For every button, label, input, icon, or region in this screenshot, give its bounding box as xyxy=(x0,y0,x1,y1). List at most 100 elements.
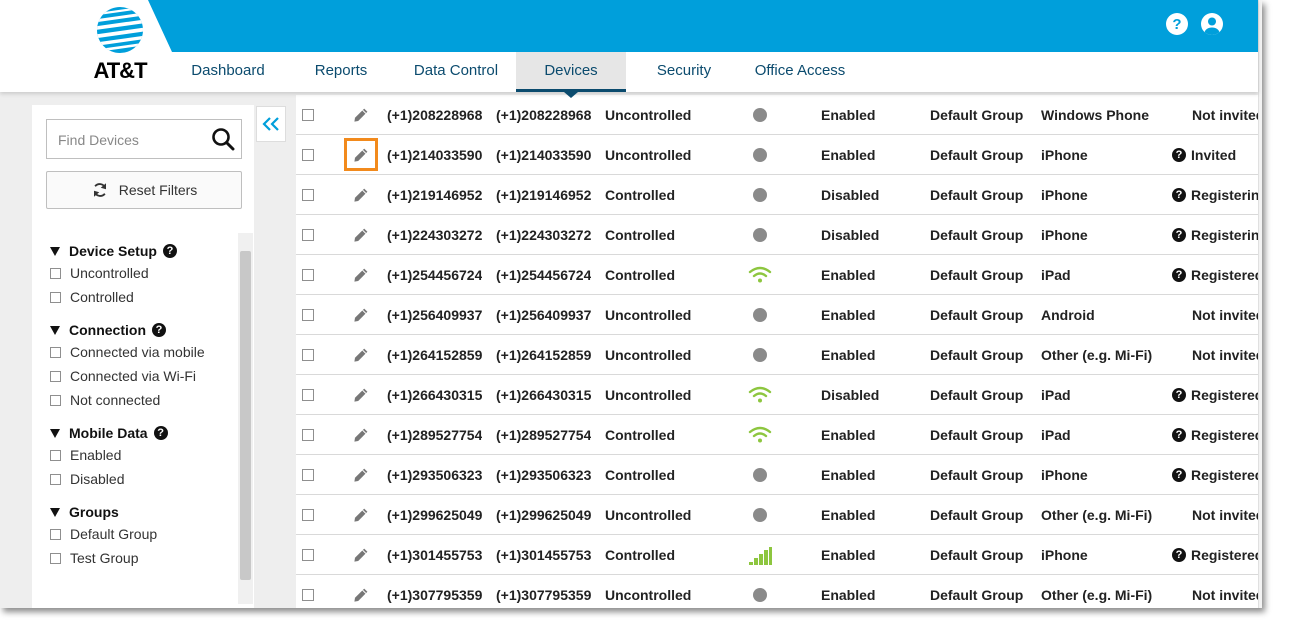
table-row[interactable]: (+1)293506323 (+1)293506323 Controlled Enab… xyxy=(296,455,1258,495)
filter-checkbox[interactable] xyxy=(50,267,61,279)
table-row[interactable]: (+1)208228968 (+1)208228968 Uncontrolled En… xyxy=(296,95,1258,135)
table-row[interactable]: (+1)219146952 (+1)219146952 Controlled Disa… xyxy=(296,175,1258,215)
filter-checkbox[interactable] xyxy=(50,552,61,564)
invite-status-cell: ? Registered xyxy=(1172,375,1258,415)
tab-dashboard[interactable]: Dashboard xyxy=(170,52,286,92)
row-checkbox[interactable] xyxy=(302,229,314,241)
filter-checkbox[interactable] xyxy=(50,394,61,406)
table-row[interactable]: (+1)301455753 (+1)301455753 Controlled Enab… xyxy=(296,535,1258,575)
device-number-cell: (+1)214033590 xyxy=(387,147,483,163)
filter-group: Connection? Connected via mobile Connected… xyxy=(50,320,236,412)
edit-button[interactable] xyxy=(344,98,378,131)
help-icon[interactable]: ? xyxy=(1172,268,1186,283)
help-icon[interactable]: ? xyxy=(162,244,177,258)
table-row[interactable]: (+1)307795359 (+1)307795359 Uncontrolled En… xyxy=(296,575,1258,608)
table-scrollbar[interactable] xyxy=(1258,0,1262,608)
filter-option[interactable]: Test Group xyxy=(50,546,236,570)
edit-button[interactable] xyxy=(344,378,378,411)
filter-group: Mobile Data? Enabled Disabled xyxy=(50,423,236,491)
help-icon[interactable]: ? xyxy=(152,323,166,337)
sidebar-scrollbar[interactable] xyxy=(238,233,253,604)
filter-title-label: Mobile Data xyxy=(69,425,148,441)
row-checkbox[interactable] xyxy=(302,189,314,201)
edit-button[interactable] xyxy=(344,458,378,491)
help-icon[interactable]: ? xyxy=(153,426,168,440)
filter-option[interactable]: Connected via mobile xyxy=(50,340,236,364)
filter-group-title[interactable]: Device Setup? xyxy=(50,241,236,261)
filter-sidebar: Reset Filters Device Setup? Uncontrolled C… xyxy=(32,105,254,608)
edit-button[interactable] xyxy=(344,418,378,451)
edit-button[interactable] xyxy=(344,538,378,571)
filter-option[interactable]: Connected via Wi-Fi xyxy=(50,364,236,388)
collapse-triangle-icon xyxy=(50,428,60,438)
table-row[interactable]: (+1)254456724 (+1)254456724 Controlled Enab… xyxy=(296,255,1258,295)
filter-group-title[interactable]: Connection? xyxy=(50,320,236,340)
row-checkbox[interactable] xyxy=(302,429,314,441)
table-row[interactable]: (+1)299625049 (+1)299625049 Uncontrolled En… xyxy=(296,495,1258,535)
device-type-cell: iPhone xyxy=(1041,147,1088,163)
filter-checkbox[interactable] xyxy=(50,346,61,358)
help-icon[interactable]: ? xyxy=(1172,228,1186,243)
edit-button[interactable] xyxy=(344,498,378,531)
edit-button[interactable] xyxy=(344,178,378,211)
row-checkbox[interactable] xyxy=(302,469,314,481)
sidebar-scroll-thumb[interactable] xyxy=(240,251,251,580)
att-logo[interactable]: AT&T xyxy=(88,6,152,86)
group-cell: Default Group xyxy=(930,387,1024,403)
collapse-sidebar-button[interactable] xyxy=(256,106,286,142)
tab-data-control[interactable]: Data Control xyxy=(396,52,516,92)
help-icon[interactable]: ? xyxy=(1172,188,1186,203)
row-checkbox[interactable] xyxy=(302,389,314,401)
edit-button[interactable] xyxy=(344,578,378,608)
tab-reports[interactable]: Reports xyxy=(286,52,396,92)
tab-label: Office Access xyxy=(754,62,846,79)
row-checkbox[interactable] xyxy=(302,349,314,361)
row-checkbox[interactable] xyxy=(302,549,314,561)
table-row[interactable]: (+1)256409937 (+1)256409937 Uncontrolled En… xyxy=(296,295,1258,335)
edit-button[interactable] xyxy=(344,258,378,291)
row-checkbox[interactable] xyxy=(302,149,314,161)
filter-checkbox[interactable] xyxy=(50,473,61,485)
filter-option[interactable]: Not connected xyxy=(50,388,236,412)
search-input[interactable] xyxy=(47,120,210,160)
filter-checkbox[interactable] xyxy=(50,528,61,540)
filter-option[interactable]: Uncontrolled xyxy=(50,261,236,285)
row-checkbox[interactable] xyxy=(302,509,314,521)
edit-button[interactable] xyxy=(344,218,378,251)
reset-filters-button[interactable]: Reset Filters xyxy=(46,171,242,209)
edit-button[interactable] xyxy=(344,138,378,171)
help-circle-icon[interactable]: ? xyxy=(1165,12,1189,36)
filter-option[interactable]: Enabled xyxy=(50,443,236,467)
help-icon[interactable]: ? xyxy=(1172,548,1186,563)
help-icon[interactable]: ? xyxy=(1172,428,1186,443)
filter-group-title[interactable]: Mobile Data? xyxy=(50,423,236,443)
help-icon[interactable]: ? xyxy=(1172,468,1186,483)
filter-group-title[interactable]: Groups xyxy=(50,502,236,522)
search-icon[interactable] xyxy=(211,127,235,151)
row-checkbox[interactable] xyxy=(302,109,314,121)
filter-checkbox[interactable] xyxy=(50,449,61,461)
filter-checkbox[interactable] xyxy=(50,291,61,303)
tab-devices[interactable]: Devices xyxy=(516,52,626,98)
tab-security[interactable]: Security xyxy=(626,52,742,92)
mobile-data-cell: Enabled xyxy=(821,107,876,123)
filter-option[interactable]: Disabled xyxy=(50,467,236,491)
table-row[interactable]: (+1)214033590 (+1)214033590 Uncontrolled En… xyxy=(296,135,1258,175)
table-row[interactable]: (+1)264152859 (+1)264152859 Uncontrolled En… xyxy=(296,335,1258,375)
edit-button[interactable] xyxy=(344,298,378,331)
row-checkbox[interactable] xyxy=(302,589,314,601)
help-icon[interactable]: ? xyxy=(1172,388,1186,403)
filter-option[interactable]: Default Group xyxy=(50,522,236,546)
table-row[interactable]: (+1)266430315 (+1)266430315 Uncontrolled Di… xyxy=(296,375,1258,415)
help-icon[interactable]: ? xyxy=(1172,148,1186,163)
invite-status-label: Registered xyxy=(1191,547,1258,563)
tab-office-access[interactable]: Office Access xyxy=(742,52,858,92)
filter-checkbox[interactable] xyxy=(50,370,61,382)
user-circle-icon[interactable] xyxy=(1200,12,1224,36)
filter-option[interactable]: Controlled xyxy=(50,285,236,309)
row-checkbox[interactable] xyxy=(302,269,314,281)
table-row[interactable]: (+1)224303272 (+1)224303272 Controlled Disa… xyxy=(296,215,1258,255)
row-checkbox[interactable] xyxy=(302,309,314,321)
edit-button[interactable] xyxy=(344,338,378,371)
table-row[interactable]: (+1)289527754 (+1)289527754 Controlled Enab… xyxy=(296,415,1258,455)
